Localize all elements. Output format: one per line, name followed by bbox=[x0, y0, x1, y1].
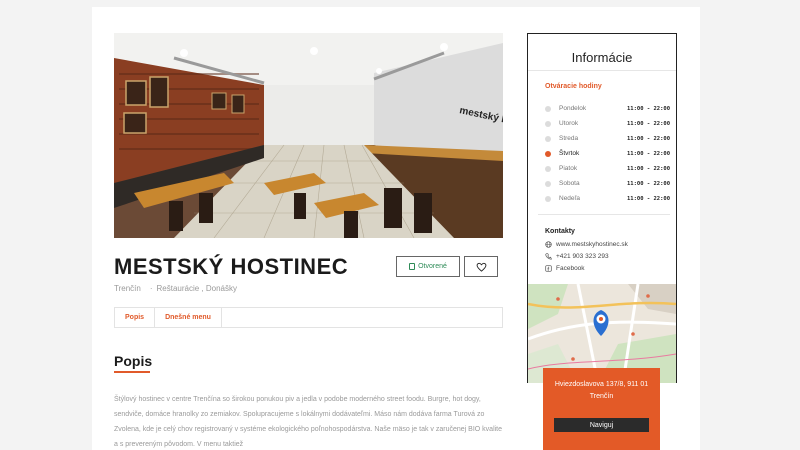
hours-row: Pondelok 11:00 - 22:00 bbox=[545, 101, 673, 116]
opening-hours-list: Pondelok 11:00 - 22:00 Utorok 11:00 - 22:0… bbox=[545, 101, 673, 206]
hours-row: Sobota 11:00 - 22:00 bbox=[545, 176, 673, 191]
day-label: Sobota bbox=[559, 180, 580, 187]
heart-icon bbox=[476, 262, 486, 272]
facebook-text: Facebook bbox=[556, 265, 585, 272]
day-label: Streda bbox=[559, 135, 579, 142]
time-label: 11:00 - 22:00 bbox=[627, 105, 671, 112]
restaurant-meta: Trenčín · Reštaurácie , Donášky bbox=[114, 284, 237, 293]
hours-row: Nedeľa 11:00 - 22:00 bbox=[545, 191, 673, 206]
city-link[interactable]: Trenčín bbox=[114, 284, 141, 293]
day-dot bbox=[545, 195, 551, 202]
section-underline bbox=[114, 371, 150, 373]
facebook-icon bbox=[545, 265, 552, 272]
open-status-label: Otvorené bbox=[418, 263, 447, 270]
divider bbox=[528, 70, 676, 71]
address-line1: Hviezdoslavova 137/8, 911 01 bbox=[554, 381, 649, 388]
address-line2: Trenčín bbox=[589, 393, 614, 400]
time-label: 11:00 - 22:00 bbox=[627, 135, 671, 142]
contacts-title: Kontakty bbox=[545, 228, 575, 235]
time-label: 11:00 - 22:00 bbox=[627, 180, 671, 187]
day-label: Štvrtok bbox=[559, 150, 580, 157]
hours-row: Piatok 11:00 - 22:00 bbox=[545, 161, 673, 176]
phone-icon bbox=[545, 253, 552, 260]
day-label: Nedeľa bbox=[559, 195, 581, 202]
favorite-button[interactable] bbox=[464, 256, 498, 277]
tab-bar: Popis Dnešné menu bbox=[114, 307, 503, 328]
address-text: Hviezdoslavova 137/8, 911 01 Trenčín bbox=[543, 379, 660, 403]
day-dot bbox=[545, 165, 551, 172]
day-dot bbox=[545, 105, 551, 112]
day-dot bbox=[545, 120, 551, 127]
restaurant-title: MESTSKÝ HOSTINEC bbox=[114, 254, 349, 279]
door-icon bbox=[409, 263, 416, 270]
tab-description[interactable]: Popis bbox=[115, 308, 156, 327]
phone-text: +421 903 323 293 bbox=[556, 253, 609, 260]
day-label: Piatok bbox=[559, 165, 578, 172]
day-label: Pondelok bbox=[559, 105, 587, 112]
tab-daily-menu[interactable]: Dnešné menu bbox=[155, 308, 222, 327]
divider bbox=[538, 214, 670, 215]
hours-row-today: Štvrtok 11:00 - 22:00 bbox=[545, 146, 673, 161]
category-links[interactable]: Reštaurácie , Donášky bbox=[157, 284, 237, 293]
facebook-link[interactable]: Facebook bbox=[545, 265, 585, 272]
day-dot bbox=[545, 180, 551, 187]
address-box: Hviezdoslavova 137/8, 911 01 Trenčín Nav… bbox=[543, 368, 660, 450]
restaurant-photo: mestský hostinec bbox=[114, 33, 503, 238]
hours-title: Otváracie hodiny bbox=[545, 83, 602, 90]
website-link[interactable]: www.mestskyhostinec.sk bbox=[545, 241, 628, 248]
info-sidebar: Informácie Otváracie hodiny Pondelok 11:0… bbox=[527, 33, 677, 383]
description-text: Štýlový hostinec v centre Trenčína so ši… bbox=[114, 396, 503, 448]
hours-row: Streda 11:00 - 22:00 bbox=[545, 131, 673, 146]
website-text: www.mestskyhostinec.sk bbox=[556, 241, 628, 248]
section-title: Popis bbox=[114, 353, 153, 369]
day-label: Utorok bbox=[559, 120, 579, 127]
navigate-button[interactable]: Naviguj bbox=[554, 418, 649, 432]
phone-link[interactable]: +421 903 323 293 bbox=[545, 253, 609, 260]
sidebar-title: Informácie bbox=[571, 50, 633, 65]
time-label: 11:00 - 22:00 bbox=[627, 120, 671, 127]
time-label: 11:00 - 22:00 bbox=[627, 165, 671, 172]
time-label: 11:00 - 22:00 bbox=[627, 195, 671, 202]
today-dot bbox=[545, 150, 551, 157]
time-label: 11:00 - 22:00 bbox=[627, 150, 671, 157]
open-status-button[interactable]: Otvorené bbox=[396, 256, 460, 277]
globe-icon bbox=[545, 241, 552, 248]
day-dot bbox=[545, 135, 551, 142]
hours-row: Utorok 11:00 - 22:00 bbox=[545, 116, 673, 131]
